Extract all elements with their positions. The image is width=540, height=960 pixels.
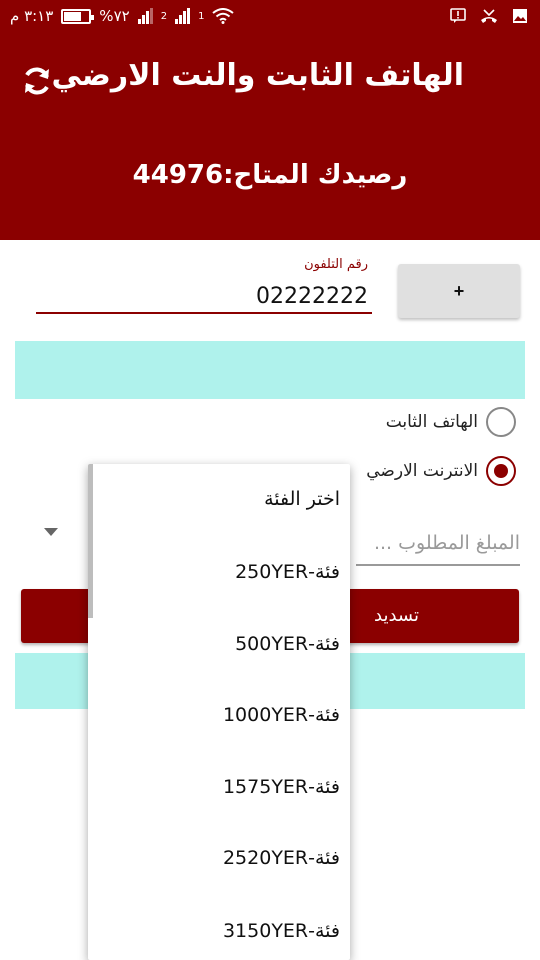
- dropdown-item[interactable]: فئة-3150YER: [223, 920, 340, 942]
- dropdown-item[interactable]: فئة-500YER: [235, 633, 340, 655]
- clock: ٣:١٣ م: [10, 7, 54, 25]
- refresh-icon[interactable]: [20, 64, 54, 98]
- status-bar: ٣:١٣ م %٧٢ 2 1: [0, 0, 540, 36]
- radio-landline-label: الهاتف الثابت: [385, 412, 478, 432]
- message-icon: [450, 8, 466, 23]
- add-contact-button[interactable]: +: [398, 264, 520, 318]
- wifi-icon: [212, 8, 235, 24]
- pay-button-label: تسديد: [374, 605, 419, 626]
- dropdown-item[interactable]: اختر الفئة: [264, 488, 340, 510]
- battery-fill: [64, 11, 82, 21]
- signal-icon: [137, 8, 153, 24]
- status-right-group: [450, 8, 528, 24]
- radio-landline-row[interactable]: الهاتف الثابت: [386, 407, 516, 437]
- battery-icon: [61, 8, 95, 24]
- image-icon: [513, 9, 527, 23]
- phone-label: رقم التلفون: [304, 257, 368, 272]
- radio-landline[interactable]: [486, 407, 516, 437]
- radio-internet-label: الانترنت الارضي: [366, 461, 478, 481]
- sim2-label: 2: [160, 10, 168, 22]
- app-header: الهاتف الثابت والنت الارضي رصيدك المتاح:…: [0, 36, 540, 240]
- amount-input[interactable]: [356, 522, 520, 566]
- category-dropdown[interactable]: اختر الفئة فئة-250YER فئة-500YER فئة-100…: [88, 464, 350, 960]
- phone-input[interactable]: [36, 280, 372, 314]
- radio-internet-row[interactable]: الانترنت الارضي: [366, 456, 516, 486]
- dropdown-item[interactable]: فئة-2520YER: [223, 847, 340, 869]
- dropdown-item[interactable]: فئة-1575YER: [223, 776, 340, 798]
- signal-icon-sim1: [175, 8, 191, 24]
- info-banner-top: [15, 341, 525, 399]
- battery-percent: %٧٢: [99, 7, 130, 25]
- dropdown-item[interactable]: فئة-250YER: [235, 561, 340, 583]
- dropdown-item[interactable]: فئة-1000YER: [223, 704, 340, 726]
- sim1-label: 1: [198, 10, 205, 22]
- dropdown-scrollbar[interactable]: [88, 464, 93, 618]
- radio-internet[interactable]: [486, 456, 516, 486]
- balance-text: رصيدك المتاح:44976: [132, 160, 408, 190]
- category-spinner-arrow-icon[interactable]: [44, 528, 58, 536]
- status-left-group: ٣:١٣ م %٧٢ 2 1: [10, 7, 235, 25]
- missed-call-icon: [481, 9, 497, 23]
- page-title: الهاتف الثابت والنت الارضي: [51, 58, 464, 93]
